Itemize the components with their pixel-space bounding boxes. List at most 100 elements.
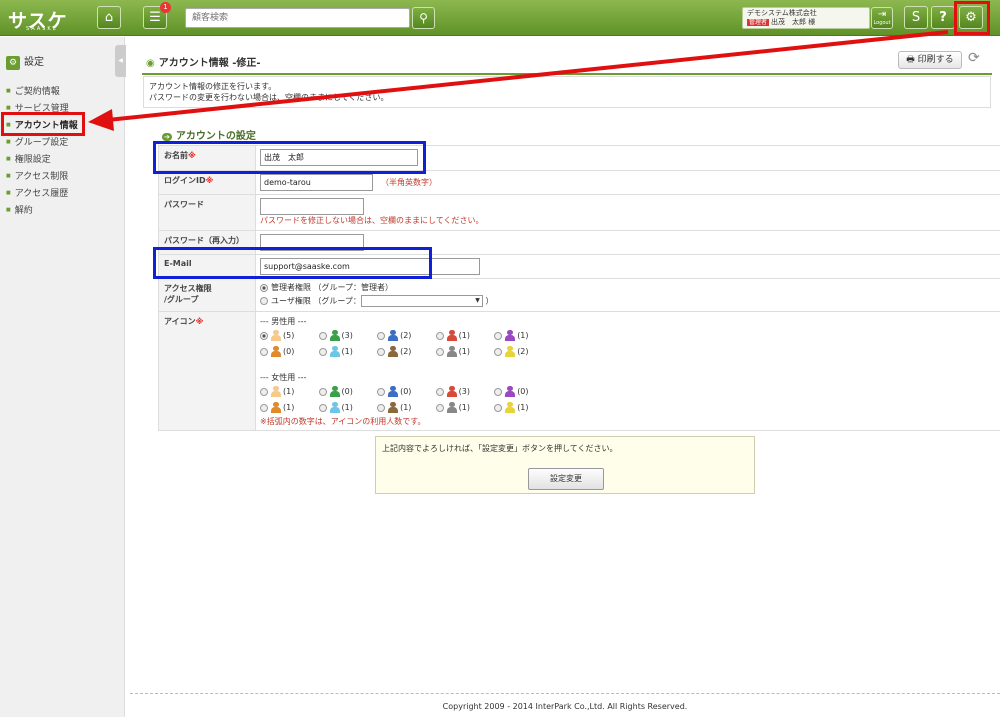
app-logo[interactable]: サスケ SAASKE xyxy=(8,6,68,33)
icon-radio[interactable] xyxy=(260,387,268,396)
icon-radio[interactable] xyxy=(377,403,386,412)
help-button[interactable]: ? xyxy=(931,6,955,29)
role-badge: 管理者 xyxy=(747,19,770,26)
icon-option[interactable]: (1) xyxy=(435,400,492,416)
icon-radio[interactable] xyxy=(377,347,386,356)
male-icon-row-1: (5) (3) (2) (1) (1) xyxy=(260,328,996,344)
icon-option[interactable]: (0) xyxy=(260,344,316,360)
icon-radio[interactable] xyxy=(377,331,386,340)
icon-radio[interactable] xyxy=(318,387,327,396)
footer-divider xyxy=(130,693,1000,694)
submit-button[interactable]: 設定変更 xyxy=(528,468,604,490)
person-icon xyxy=(505,402,516,413)
message-icon: ☰ xyxy=(149,10,161,25)
icon-radio[interactable] xyxy=(494,387,503,396)
icon-radio[interactable] xyxy=(377,387,386,396)
icon-radio[interactable] xyxy=(260,331,268,340)
icon-option[interactable]: (0) xyxy=(377,384,433,400)
icon-option[interactable]: (1) xyxy=(494,328,550,344)
admin-permission-option[interactable]: 管理者権限 （グループ：管理者） xyxy=(260,282,996,295)
icon-radio[interactable] xyxy=(260,403,268,412)
icon-radio[interactable] xyxy=(318,331,327,340)
icon-option[interactable]: (1) xyxy=(260,384,316,400)
icon-option[interactable]: (0) xyxy=(318,384,375,400)
person-icon xyxy=(329,346,340,357)
icon-radio[interactable] xyxy=(435,387,444,396)
icon-option[interactable]: (1) xyxy=(377,400,433,416)
saaske-logo-icon: S xyxy=(911,10,921,25)
person-icon xyxy=(271,346,281,357)
logout-button[interactable]: ⇥ Logout xyxy=(871,7,893,29)
password-input[interactable] xyxy=(260,198,364,215)
sidebar-item-group[interactable]: グループ設定 xyxy=(6,134,78,151)
icon-option[interactable]: (3) xyxy=(435,384,492,400)
icon-radio[interactable] xyxy=(435,347,444,356)
icon-option[interactable]: (2) xyxy=(377,344,433,360)
icon-option[interactable]: (2) xyxy=(377,328,433,344)
icon-option[interactable]: (1) xyxy=(318,400,375,416)
icon-option[interactable]: (5) xyxy=(260,328,316,344)
male-icons-label: --- 男性用 --- xyxy=(260,317,307,326)
icon-label: アイコン※ xyxy=(158,311,256,431)
person-icon xyxy=(329,402,340,413)
user-info: デモシステム株式会社 管理者 出茂 太郎 様 xyxy=(742,7,870,29)
person-icon xyxy=(505,346,516,357)
section-title: アカウントの設定 xyxy=(162,127,256,142)
icon-option[interactable]: (2) xyxy=(494,344,550,360)
sidebar-item-contract[interactable]: ご契約情報 xyxy=(6,83,78,100)
icon-option[interactable]: (1) xyxy=(435,328,492,344)
account-menu-highlight-box xyxy=(1,112,85,136)
icon-option[interactable]: (0) xyxy=(494,384,550,400)
person-icon xyxy=(446,402,457,413)
saaske-button[interactable]: S xyxy=(904,6,928,29)
female-icons-label: --- 女性用 --- xyxy=(260,373,307,382)
icon-option[interactable]: (1) xyxy=(494,400,550,416)
person-icon xyxy=(388,402,399,413)
icon-radio[interactable] xyxy=(318,403,327,412)
sidebar-item-access-history[interactable]: アクセス履歴 xyxy=(6,185,78,202)
logo-subtext: SAASKE xyxy=(26,26,58,32)
icon-radio[interactable] xyxy=(260,347,268,356)
person-icon xyxy=(388,330,399,341)
printer-icon: 🖶 xyxy=(906,55,915,65)
home-button[interactable]: ⌂ xyxy=(97,6,121,29)
sidebar-item-cancel[interactable]: 解約 xyxy=(6,202,78,219)
sidebar-item-access-restriction[interactable]: アクセス制限 xyxy=(6,168,78,185)
icon-radio[interactable] xyxy=(494,331,503,340)
sidebar-menu: ご契約情報 サービス管理 アカウント情報 グループ設定 権限設定 アクセス制限 … xyxy=(6,83,78,219)
icon-radio[interactable] xyxy=(435,331,444,340)
icon-radio[interactable] xyxy=(318,347,327,356)
icon-radio[interactable] xyxy=(435,403,444,412)
person-icon xyxy=(388,346,399,357)
access-label: アクセス権限/グループ xyxy=(158,278,256,312)
person-icon xyxy=(388,386,399,397)
admin-radio[interactable] xyxy=(260,283,268,292)
group-select[interactable]: ▼ xyxy=(360,295,483,307)
login-id-input[interactable] xyxy=(260,174,373,191)
sidebar-item-permission[interactable]: 権限設定 xyxy=(6,151,78,168)
title-divider xyxy=(142,73,992,75)
account-form: お名前※ ログインID※ （半角英数字） パスワード パスワードを修正しない場合… xyxy=(158,145,1000,431)
customer-search-input[interactable] xyxy=(185,8,410,28)
refresh-icon[interactable]: ⟳ xyxy=(968,50,980,66)
user-permission-option[interactable]: ユーザ権限 （グループ： ▼ ） xyxy=(260,295,996,308)
sidebar-title: ⚙ 設定 xyxy=(6,53,44,70)
female-icon-row-1: (1) (0) (0) (3) (0) xyxy=(260,384,996,400)
icon-radio[interactable] xyxy=(494,403,503,412)
print-button[interactable]: 🖶 印刷する xyxy=(898,51,962,69)
search-button[interactable]: ⚲ xyxy=(412,7,435,29)
sidebar-collapse-button[interactable]: ◀ xyxy=(115,45,126,77)
icon-option[interactable]: (3) xyxy=(318,328,375,344)
icon-option[interactable]: (1) xyxy=(318,344,375,360)
user-radio[interactable] xyxy=(260,297,268,305)
icon-radio[interactable] xyxy=(494,347,503,356)
person-icon xyxy=(505,330,516,341)
icon-option[interactable]: (1) xyxy=(260,400,316,416)
person-icon xyxy=(329,330,340,341)
logout-label: Logout xyxy=(873,20,891,26)
icon-option[interactable]: (1) xyxy=(435,344,492,360)
notice-line-2: パスワードの変更を行わない場合は、空欄のままにしてください。 xyxy=(149,93,389,102)
notification-badge: 1 xyxy=(160,2,171,13)
password-hint: パスワードを修正しない場合は、空欄のままにしてください。 xyxy=(260,216,484,225)
email-highlight-box xyxy=(153,247,432,279)
